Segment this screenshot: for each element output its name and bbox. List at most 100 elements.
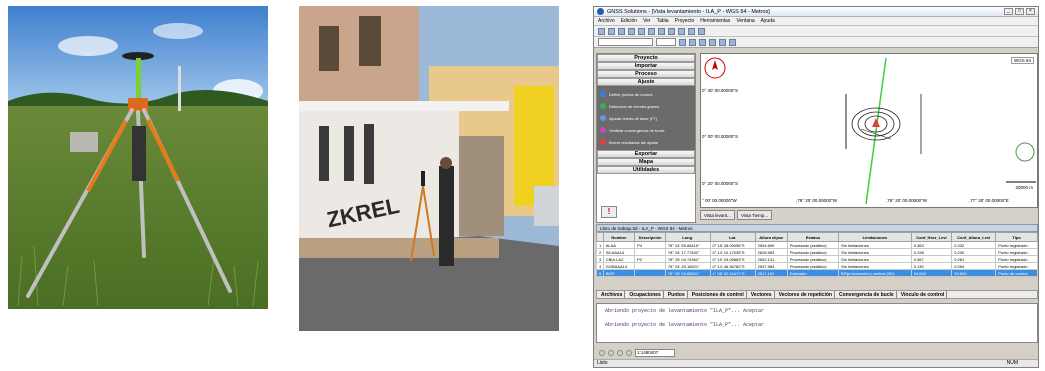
align-center-icon[interactable]: [719, 38, 726, 46]
column-header[interactable]: Conf_Horz_Levl: [910, 232, 953, 242]
table-cell: 0.198: [910, 248, 953, 256]
column-header[interactable]: Conf_Altura_Levl: [951, 232, 997, 242]
print-icon[interactable]: [628, 27, 635, 35]
survey-map-view[interactable]: WGS 84 0° 40' 00.00000"S 0° 00' 00.00000…: [700, 53, 1038, 208]
cut-icon[interactable]: [638, 27, 645, 35]
zoom-fit-icon[interactable]: [617, 350, 623, 356]
table-cell: 2652.131: [754, 255, 788, 263]
tab-v-nculo-de-control[interactable]: Vínculo de control: [899, 291, 948, 298]
section-utilidades[interactable]: Utilidades: [597, 166, 695, 174]
table-cell: [634, 269, 666, 277]
table-cell: 2517.192: [754, 269, 788, 277]
menu-herramientas[interactable]: Herramientas: [700, 18, 730, 24]
table-cell: CBIA.LAZ: [602, 255, 636, 263]
map-view-icon[interactable]: [688, 27, 695, 35]
redo-icon[interactable]: [678, 27, 685, 35]
minimize-button[interactable]: _: [1004, 8, 1013, 15]
table-cell: [634, 248, 666, 256]
zoom-in-icon[interactable]: [599, 350, 605, 356]
menu-bar: Archivo Edición Ver Tabla Proyecto Herra…: [594, 17, 1038, 26]
menu-ventana[interactable]: Ventana: [736, 18, 754, 24]
menu-edicion[interactable]: Edición: [621, 18, 637, 24]
tab-ocupaciones[interactable]: Ocupaciones: [627, 291, 664, 298]
italic-icon[interactable]: [689, 38, 696, 46]
bold-icon[interactable]: [679, 38, 686, 46]
column-header[interactable]: Long.: [664, 232, 711, 242]
column-header[interactable]: Descripción: [634, 232, 666, 242]
align-right-icon[interactable]: [729, 38, 736, 46]
zoom-scale-combo[interactable]: 1:1480407: [635, 349, 675, 357]
table-cell: 5: [596, 269, 604, 277]
close-button[interactable]: ×: [1026, 8, 1035, 15]
table-cell: Procesado (estático): [786, 248, 840, 256]
section-proceso[interactable]: Proceso: [597, 70, 695, 78]
table-row[interactable]: 4 GOBAAA14 78° 24' 49.16521" 0° 14' 46.3678…: [596, 262, 1038, 270]
control-point-icon: [600, 91, 606, 97]
menu-tabla[interactable]: Tabla: [657, 18, 669, 24]
menu-proyecto[interactable]: Proyecto: [675, 18, 695, 24]
align-left-icon[interactable]: [709, 38, 716, 46]
table-view-icon[interactable]: [698, 27, 705, 35]
table-row[interactable]: 1 ALAA P4 78° 24' 55.66415" 0° 18' 28.09096"…: [596, 241, 1038, 249]
section-mapa[interactable]: Mapa: [597, 158, 695, 166]
tab-posiciones-de-control[interactable]: Posiciones de control: [690, 291, 747, 298]
column-header[interactable]: [596, 232, 604, 242]
new-file-icon[interactable]: [598, 27, 605, 35]
font-combo[interactable]: [598, 38, 653, 46]
console-line: Abriendo proyecto de levantamiento "ILA_…: [605, 308, 765, 314]
window-title: GNSS Solutions - [Vista levantamiento - …: [607, 8, 770, 15]
points-table: Nombre Descripción Long. Lat. Altura elipse E…: [596, 232, 1038, 277]
status-bar: Listo NUM: [594, 359, 1038, 367]
paste-icon[interactable]: [658, 27, 665, 35]
column-header[interactable]: Altura elipse: [754, 232, 788, 242]
table-cell: GOBAAA14: [602, 262, 636, 270]
view-tabs: Vista levant... Vista Tiemp...: [700, 210, 773, 220]
table-cell: P2: [634, 255, 666, 263]
table-row[interactable]: 5 BIDF 78° 08' 03.66531" 1° 08' 02.14471"S 2…: [596, 269, 1038, 277]
menu-ayuda[interactable]: Ayuda: [761, 18, 775, 24]
size-combo[interactable]: [656, 38, 676, 46]
table-cell: Punto registrado: [995, 241, 1038, 249]
section-ajuste[interactable]: Ajuste: [597, 78, 695, 86]
column-header[interactable]: Nombre: [602, 232, 636, 242]
column-header[interactable]: Lat.: [709, 232, 756, 242]
save-icon[interactable]: [618, 27, 625, 35]
section-proyecto[interactable]: Proyecto: [597, 54, 695, 62]
section-importar[interactable]: Importar: [597, 62, 695, 70]
table-cell: 0.367: [910, 255, 953, 263]
tab-vectores[interactable]: Vectores: [749, 291, 775, 298]
copy-icon[interactable]: [648, 27, 655, 35]
table-row[interactable]: 2 SILAAA14 78° 24' 17.77402" 0° 14' 10.1703…: [596, 248, 1038, 256]
tab-puntos[interactable]: Puntos: [666, 291, 688, 298]
tab-vista-tiempo[interactable]: Vista Tiemp...: [736, 210, 773, 220]
table-cell: 04.640: [910, 269, 953, 277]
column-header[interactable]: Limitaciones: [838, 232, 912, 242]
warning-icon[interactable]: !: [601, 206, 617, 218]
datum-label: WGS 84: [1010, 57, 1034, 64]
tab-convergencia-de-bucle[interactable]: Convergencia de bucle: [837, 291, 897, 298]
cmd-definir-puntos[interactable]: Definir puntos de control: [600, 88, 692, 100]
cmd-verificar-bucle[interactable]: Verificar convergencia de bucle: [600, 124, 692, 136]
cmd-borrar-resultados[interactable]: Borrar resultados del ajuste: [600, 136, 692, 148]
table-row[interactable]: 3 CBIA.LAZ P2 78° 25' 04.74362" 0° 15' 03.09…: [596, 255, 1038, 263]
menu-ver[interactable]: Ver: [643, 18, 651, 24]
zoom-out-icon[interactable]: [608, 350, 614, 356]
table-cell: Sin limitaciones: [838, 262, 912, 270]
pan-icon[interactable]: [626, 350, 632, 356]
undo-icon[interactable]: [668, 27, 675, 35]
table-cell: BFija horizontal y vertical (3D): [838, 269, 912, 277]
underline-icon[interactable]: [699, 38, 706, 46]
table-cell: ALAA: [602, 241, 636, 249]
console-line: Abriendo proyecto de levantamiento "ILA_…: [605, 322, 765, 328]
column-header[interactable]: Estatus: [786, 232, 840, 242]
cmd-deteccion-errores[interactable]: Detección de errores graves: [600, 100, 692, 112]
open-file-icon[interactable]: [608, 27, 615, 35]
column-header[interactable]: Tipo: [995, 232, 1038, 242]
cmd-ajustar-lineas[interactable]: Ajustar líneas de base (F7): [600, 112, 692, 124]
tab-vectores-de-repetici-n[interactable]: Vectores de repetición: [777, 291, 835, 298]
tab-archivos[interactable]: Archivos: [599, 291, 626, 298]
tab-vista-levantamiento[interactable]: Vista levant...: [700, 210, 735, 220]
section-exportar[interactable]: Exportar: [597, 150, 695, 158]
maximize-button[interactable]: □: [1015, 8, 1024, 15]
menu-archivo[interactable]: Archivo: [598, 18, 615, 24]
